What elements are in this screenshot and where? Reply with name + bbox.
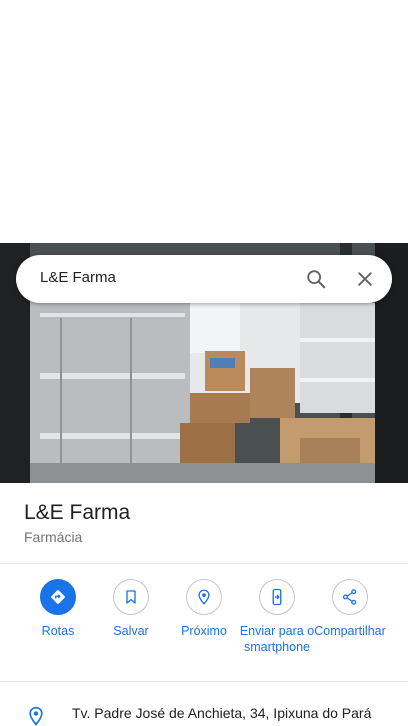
- send-to-phone-label: Enviar para o smartphone: [239, 624, 315, 654]
- location-pin-icon: [26, 705, 46, 726]
- nearby-label: Próximo: [181, 624, 227, 638]
- address-text: Tv. Padre José de Anchieta, 34, Ipixuna …: [72, 705, 372, 721]
- search-query[interactable]: L&E Farma: [40, 269, 116, 286]
- share-icon: [332, 579, 368, 615]
- search-bar[interactable]: L&E Farma: [16, 255, 392, 303]
- place-category: Farmácia: [24, 529, 83, 545]
- search-icon[interactable]: [302, 265, 330, 293]
- directions-label: Rotas: [41, 624, 75, 638]
- map-blank-area: [0, 0, 408, 243]
- bookmark-icon: [113, 579, 149, 615]
- place-info-panel: L&E Farma Farmácia Rotas Salvar Próximo …: [0, 483, 408, 726]
- save-button[interactable]: Salvar: [93, 579, 169, 639]
- share-button[interactable]: Compartilhar: [312, 579, 388, 639]
- address-row[interactable]: Tv. Padre José de Anchieta, 34, Ipixuna …: [0, 703, 408, 726]
- send-to-phone-button[interactable]: Enviar para o smartphone: [239, 579, 315, 655]
- directions-button[interactable]: Rotas: [20, 579, 96, 639]
- place-title: L&E Farma: [24, 501, 131, 524]
- divider: [0, 563, 408, 564]
- nearby-button[interactable]: Próximo: [166, 579, 242, 639]
- action-buttons: Rotas Salvar Próximo Enviar para o smart…: [0, 579, 408, 679]
- send-to-phone-icon: [259, 579, 295, 615]
- nearby-icon: [186, 579, 222, 615]
- close-icon[interactable]: [351, 265, 379, 293]
- share-label: Compartilhar: [314, 624, 386, 638]
- save-label: Salvar: [113, 624, 149, 638]
- directions-icon: [40, 579, 76, 615]
- divider: [0, 681, 408, 682]
